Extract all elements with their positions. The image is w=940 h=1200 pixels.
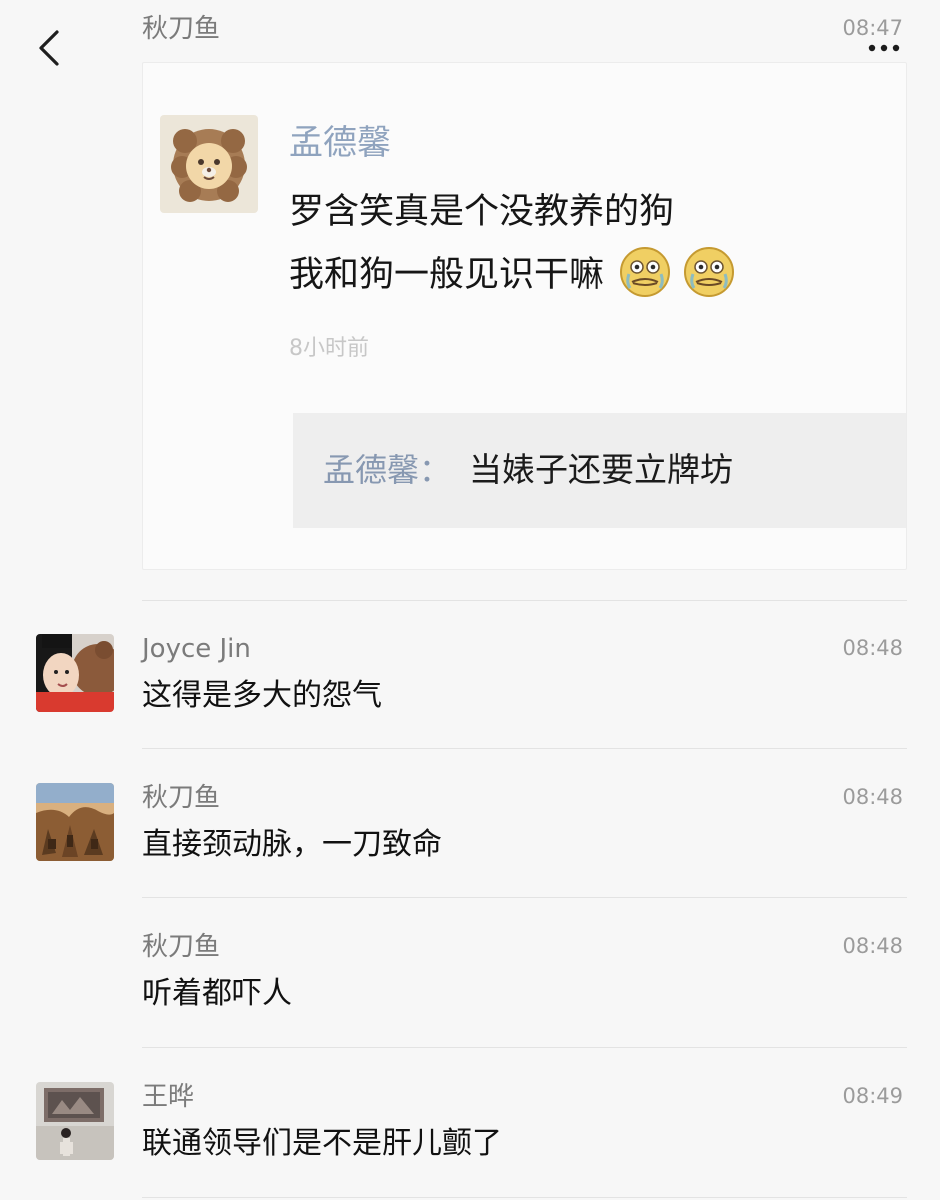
avatar-wang-ye[interactable] xyxy=(36,1082,114,1160)
post-author: 秋刀鱼 xyxy=(142,14,221,44)
divider xyxy=(142,748,907,749)
embedded-relative-time: 8小时前 xyxy=(289,336,369,361)
grimace-emoji-icon xyxy=(620,247,671,297)
embedded-line-1: 罗含笑真是个没教养的狗 xyxy=(289,192,675,232)
avatar-qiudaoyu[interactable] xyxy=(36,783,114,861)
grimace-emoji-icon xyxy=(684,247,735,297)
embedded-line-2: 我和狗一般见识干嘛 xyxy=(289,247,737,304)
back-button[interactable] xyxy=(30,28,70,68)
embedded-reply-text: 当婊子还要立牌坊 xyxy=(469,450,733,489)
embedded-screenshot: 孟德馨 罗含笑真是个没教养的狗 我和狗一般见识干嘛 8小时前 孟德馨： 当婊子还… xyxy=(142,62,907,570)
more-icon xyxy=(868,44,900,52)
comment-time: 08:49 xyxy=(842,1084,903,1108)
comment-text: 直接颈动脉，一刀致命 xyxy=(142,827,442,862)
divider xyxy=(142,1197,907,1198)
divider xyxy=(142,1047,907,1048)
comment-author: 秋刀鱼 xyxy=(142,932,221,962)
chevron-left-icon xyxy=(39,30,59,66)
lion-avatar-icon xyxy=(160,115,258,213)
embedded-reply-author: 孟德馨： xyxy=(323,451,452,489)
comment-author: Joyce Jin xyxy=(142,634,251,664)
emoji-group xyxy=(617,244,737,300)
comment-time: 08:48 xyxy=(842,636,903,660)
avatar-joyce-jin[interactable] xyxy=(36,634,114,712)
divider xyxy=(142,897,907,898)
comment-author: 秋刀鱼 xyxy=(142,783,221,813)
post-time: 08:47 xyxy=(842,16,903,40)
more-button[interactable] xyxy=(866,40,902,54)
embedded-author: 孟德馨 xyxy=(289,123,391,163)
divider xyxy=(142,600,907,601)
comment-text: 这得是多大的怨气 xyxy=(142,678,382,713)
embedded-line-2-text: 我和狗一般见识干嘛 xyxy=(289,255,605,295)
comment-text: 听着都吓人 xyxy=(142,976,292,1011)
comment-author: 王晔 xyxy=(142,1082,195,1112)
comment-time: 08:48 xyxy=(842,934,903,958)
comment-time: 08:48 xyxy=(842,785,903,809)
comment-text: 联通领导们是不是肝儿颤了 xyxy=(142,1126,502,1161)
embedded-reply-box: 孟德馨： 当婊子还要立牌坊 xyxy=(293,413,906,528)
